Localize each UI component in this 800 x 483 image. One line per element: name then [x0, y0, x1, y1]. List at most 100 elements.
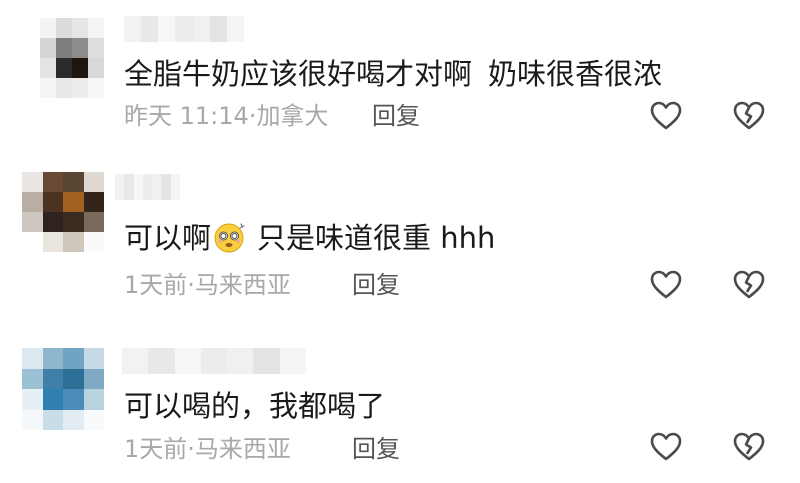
avatar-mosaic-cell [22, 368, 43, 389]
avatar-mosaic-cell [22, 348, 43, 369]
comment-location: 马来西亚 [194, 271, 291, 299]
avatar-mosaic-cell [88, 78, 104, 98]
broken-heart-icon[interactable] [732, 430, 766, 464]
username-mosaic-cell [115, 174, 125, 200]
avatar[interactable] [40, 18, 104, 98]
comment-meta: 1天前·马来西亚 [124, 434, 291, 464]
avatar-mosaic-cell [83, 409, 104, 430]
comment-text: 可以啊 只是味道很重 hhh [124, 220, 495, 256]
avatar-mosaic-cell [72, 38, 88, 58]
comment-item-1: 全脂牛奶应该很好喝才对啊 奶味很香很浓 昨天 11:14·加拿大 回复 [0, 0, 800, 150]
username-mosaic-cell [174, 348, 201, 374]
reply-button[interactable]: 回复 [352, 434, 400, 464]
username-mosaic-cell [124, 174, 134, 200]
username-mosaic-cell [192, 16, 210, 42]
username-blurred[interactable] [122, 348, 306, 374]
username-mosaic-cell [152, 174, 162, 200]
avatar-mosaic-cell [42, 389, 63, 410]
username-mosaic-cell [124, 16, 142, 42]
username-mosaic-cell [209, 16, 227, 42]
avatar-mosaic-cell [42, 368, 63, 389]
avatar-mosaic-cell [83, 212, 104, 232]
avatar-mosaic-cell [83, 348, 104, 369]
meta-separator: · [187, 435, 195, 463]
avatar-mosaic-cell [88, 38, 104, 58]
comment-text-part: 可以啊 [124, 221, 212, 255]
avatar-mosaic-cell [42, 409, 63, 430]
reply-button[interactable]: 回复 [372, 101, 420, 131]
avatar-mosaic-cell [83, 172, 104, 192]
username-mosaic-cell [148, 348, 175, 374]
avatar-mosaic-cell [22, 172, 43, 192]
avatar-mosaic-cell [63, 172, 84, 192]
heart-outline-icon[interactable] [649, 268, 683, 302]
username-mosaic-cell [161, 174, 171, 200]
username-mosaic-cell [122, 348, 149, 374]
broken-heart-icon[interactable] [732, 99, 766, 133]
comment-time: 1天前 [124, 271, 188, 299]
avatar-mosaic-cell [88, 58, 104, 78]
comment-text-part: 只是味道很重 hhh [257, 221, 496, 255]
avatar-mosaic-cell [56, 18, 72, 38]
comment-meta: 1天前·马来西亚 [124, 270, 291, 300]
comment-text-part: 可以喝的，我都喝了 [124, 389, 386, 423]
dizzy-smiley-emoji-icon [214, 223, 245, 253]
avatar-mosaic-cell [88, 18, 104, 38]
avatar-mosaic-cell [22, 389, 43, 410]
avatar-mosaic-cell [40, 18, 56, 38]
avatar-mosaic-cell [83, 389, 104, 410]
comment-text-part: 全脂牛奶应该很好喝才对啊 [124, 57, 473, 91]
avatar-mosaic-cell [42, 212, 63, 232]
comment-time: 1天前 [124, 435, 188, 463]
username-blurred[interactable] [124, 16, 244, 42]
comment-meta: 昨天 11:14·加拿大 [124, 101, 328, 131]
avatar-mosaic-cell [63, 192, 84, 212]
avatar-mosaic-cell [63, 348, 84, 369]
avatar-mosaic-cell [63, 389, 84, 410]
avatar-mosaic-cell [63, 212, 84, 232]
avatar-mosaic-cell [83, 192, 104, 212]
heart-outline-icon[interactable] [649, 430, 683, 464]
avatar-mosaic-cell [22, 212, 43, 232]
avatar-mosaic-cell [83, 232, 104, 252]
avatar[interactable] [22, 348, 104, 430]
comment-location: 加拿大 [256, 102, 329, 130]
avatar-mosaic-cell [40, 78, 56, 98]
avatar-mosaic-cell [22, 232, 43, 252]
username-mosaic-cell [279, 348, 306, 374]
avatar-mosaic-cell [42, 172, 63, 192]
comment-text-part: 奶味很香很浓 [488, 57, 663, 91]
username-blurred[interactable] [115, 174, 180, 200]
comment-item-2: 可以啊 只是味道很重 hhh 1天前·马来西亚 回复 [0, 160, 800, 310]
avatar-mosaic-cell [83, 368, 104, 389]
avatar-mosaic-cell [42, 348, 63, 369]
avatar-mosaic-cell [63, 232, 84, 252]
avatar-mosaic-cell [22, 192, 43, 212]
avatar-mosaic-cell [56, 78, 72, 98]
reply-button[interactable]: 回复 [352, 270, 400, 300]
username-mosaic-cell [142, 174, 153, 200]
avatar-mosaic-cell [63, 368, 84, 389]
avatar-mosaic-cell [40, 38, 56, 58]
comment-location: 马来西亚 [194, 435, 291, 463]
avatar-mosaic-cell [72, 78, 88, 98]
avatar-mosaic-cell [63, 409, 84, 430]
avatar-mosaic-cell [42, 232, 63, 252]
avatar-mosaic-cell [72, 18, 88, 38]
avatar[interactable] [22, 172, 104, 252]
comment-item-3: 可以喝的，我都喝了 1天前·马来西亚 回复 [0, 330, 800, 480]
broken-heart-icon[interactable] [732, 268, 766, 302]
username-mosaic-cell [133, 174, 143, 200]
username-mosaic-cell [158, 16, 176, 42]
username-mosaic-cell [175, 16, 193, 42]
avatar-mosaic-cell [22, 409, 43, 430]
avatar-mosaic-cell [72, 58, 88, 78]
meta-separator: · [187, 271, 195, 299]
comment-time: 昨天 11:14 [124, 102, 249, 130]
avatar-mosaic-cell [56, 58, 72, 78]
username-mosaic-cell [253, 348, 280, 374]
heart-outline-icon[interactable] [649, 99, 683, 133]
username-mosaic-cell [226, 16, 244, 42]
username-mosaic-cell [170, 174, 180, 200]
username-mosaic-cell [200, 348, 228, 374]
